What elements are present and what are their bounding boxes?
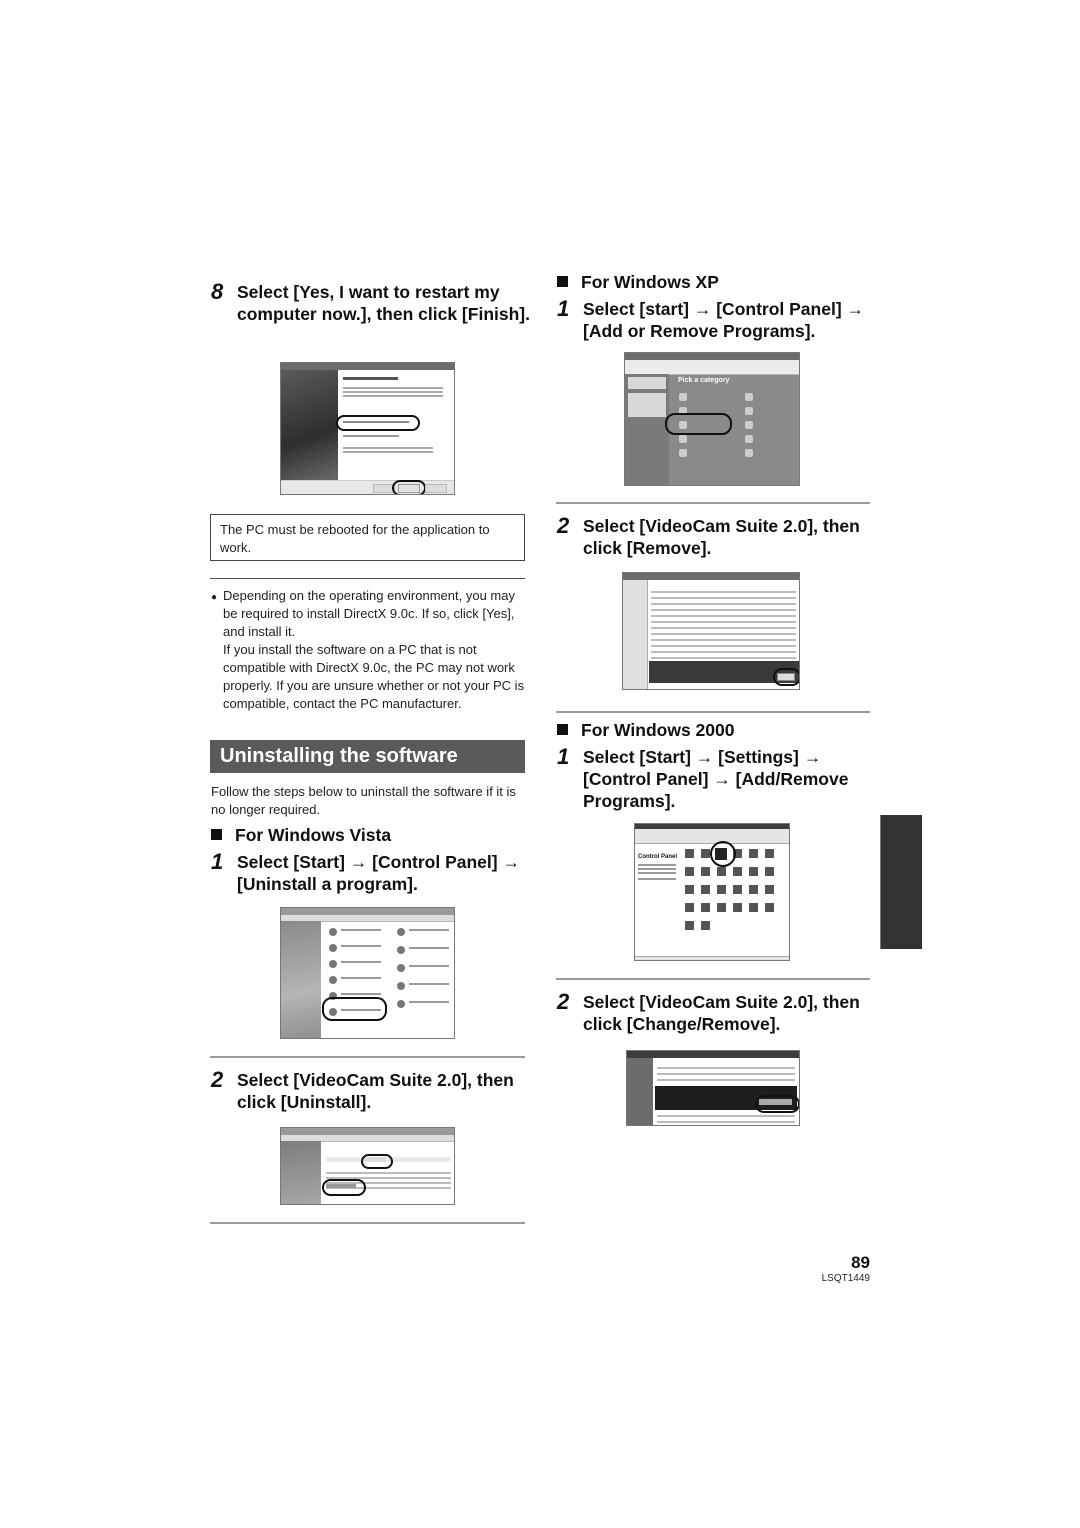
tasks-sidebar — [281, 1141, 321, 1204]
square-bullet-icon — [557, 276, 568, 287]
step-number: 1 — [211, 849, 224, 874]
screenshot-w2k-control-panel: Control Panel — [634, 823, 790, 961]
control-panel-heading: Control Panel — [638, 854, 678, 860]
task-pane-box — [628, 377, 666, 389]
wizard-heading-line — [343, 377, 398, 380]
step-number: 2 — [211, 1067, 224, 1092]
vista-sidebar — [281, 921, 321, 1038]
divider — [210, 1056, 525, 1058]
section-side-tab — [880, 815, 922, 949]
wizard-footer-lines — [343, 447, 433, 449]
step-text: Select [VideoCam Suite 2.0], then click … — [583, 992, 860, 1034]
heading-text: For Windows Vista — [235, 825, 392, 845]
highlight-videocam-suite — [322, 1179, 366, 1196]
window-title-bar — [281, 1128, 454, 1135]
program-rows — [326, 1172, 451, 1174]
screenshot-installshield-wizard — [280, 362, 455, 495]
page-number: 89 — [851, 1253, 870, 1272]
highlight-uninstall-button — [361, 1154, 393, 1169]
square-bullet-icon — [211, 829, 222, 840]
heading-windows-2000: For Windows 2000 — [557, 719, 734, 741]
window-title-bar — [625, 353, 799, 360]
option-no-restart[interactable] — [343, 435, 399, 437]
heading-text: For Windows 2000 — [581, 720, 735, 740]
divider — [556, 978, 870, 980]
directx-note: ● Depending on the operating environment… — [211, 587, 526, 713]
heading-text: For Windows XP — [581, 272, 719, 292]
pick-category-heading: Pick a category — [678, 377, 730, 384]
xp-task-pane — [625, 374, 669, 485]
section-title-uninstalling: Uninstalling the software — [210, 740, 525, 773]
xp-step-1: 1 Select [start] → [Control Panel] → [Ad… — [557, 298, 877, 342]
square-bullet-icon — [557, 724, 568, 735]
vista-step-1: 1 Select [Start] → [Control Panel] → [Un… — [211, 851, 531, 895]
window-title-bar — [281, 908, 454, 915]
note-text: The PC must be rebooted for the applicat… — [220, 522, 490, 555]
bullet-icon: ● — [211, 592, 218, 603]
xp-step-2: 2 Select [VideoCam Suite 2.0], then clic… — [557, 515, 877, 559]
screenshot-vista-control-panel — [280, 907, 455, 1039]
add-remove-sidebar — [623, 580, 648, 689]
step-text: Select [VideoCam Suite 2.0], then click … — [583, 516, 860, 558]
note-box-reboot: The PC must be rebooted for the applicat… — [210, 514, 525, 561]
highlight-programs — [322, 997, 387, 1021]
menu-toolbar — [635, 829, 789, 844]
step-number: 2 — [557, 513, 570, 538]
cancel-button[interactable] — [425, 484, 447, 493]
step-text: Select [Start] → [Settings] → [Control P… — [583, 747, 849, 811]
screenshot-xp-add-remove-programs — [622, 572, 800, 690]
category-icons — [329, 928, 337, 936]
divider — [556, 502, 870, 504]
directx-note-text-1: Depending on the operating environment, … — [223, 588, 515, 639]
status-bar — [635, 956, 789, 960]
step-number: 1 — [557, 744, 570, 769]
window-title-bar — [627, 1051, 799, 1058]
control-panel-icons — [685, 849, 694, 858]
category-icons — [679, 393, 687, 401]
highlight-add-remove-programs — [710, 841, 736, 867]
heading-windows-vista: For Windows Vista — [211, 824, 391, 846]
window-title-bar — [281, 363, 454, 370]
highlight-add-remove-programs — [665, 413, 732, 435]
divider — [556, 711, 870, 713]
w2k-step-2: 2 Select [VideoCam Suite 2.0], then clic… — [557, 991, 877, 1035]
wizard-side-graphic — [281, 370, 338, 480]
wizard-body-lines — [343, 387, 443, 389]
category-labels — [341, 929, 381, 931]
step-text: Select [Start] → [Control Panel] → [Unin… — [237, 852, 520, 894]
screenshot-vista-programs — [280, 1127, 455, 1205]
program-rows — [651, 591, 796, 593]
screenshot-w2k-add-remove-programs — [626, 1050, 800, 1126]
highlight-change-remove-button — [755, 1095, 799, 1113]
highlight-remove-button — [773, 668, 799, 686]
step-number: 1 — [557, 296, 570, 321]
document-code: LSQT1449 — [821, 1273, 870, 1284]
program-rows — [657, 1067, 795, 1069]
window-title-bar — [623, 573, 799, 580]
highlight-finish-button — [392, 480, 426, 494]
step-8-restart: 8 Select [Yes, I want to restart my comp… — [211, 281, 531, 325]
step-number: 8 — [211, 279, 224, 304]
heading-windows-xp: For Windows XP — [557, 271, 719, 293]
task-pane-box — [628, 393, 666, 417]
w2k-step-1: 1 Select [Start] → [Settings] → [Control… — [557, 746, 877, 812]
menu-toolbar — [625, 360, 799, 375]
divider — [210, 1222, 525, 1224]
add-remove-sidebar — [627, 1058, 653, 1125]
step-text: Select [start] → [Control Panel] → [Add … — [583, 299, 865, 341]
screenshot-xp-control-panel: Pick a category — [624, 352, 800, 486]
highlight-yes-option — [336, 415, 420, 431]
step-number: 2 — [557, 989, 570, 1014]
panel-description-lines — [638, 864, 676, 866]
step-text: Select [VideoCam Suite 2.0], then click … — [237, 1070, 514, 1112]
vista-step-2: 2 Select [VideoCam Suite 2.0], then clic… — [211, 1069, 531, 1113]
directx-note-text-2: If you install the software on a PC that… — [223, 642, 525, 711]
section-intro: Follow the steps below to uninstall the … — [211, 784, 516, 817]
step-text: Select [Yes, I want to restart my comput… — [237, 282, 530, 324]
divider — [210, 578, 525, 579]
